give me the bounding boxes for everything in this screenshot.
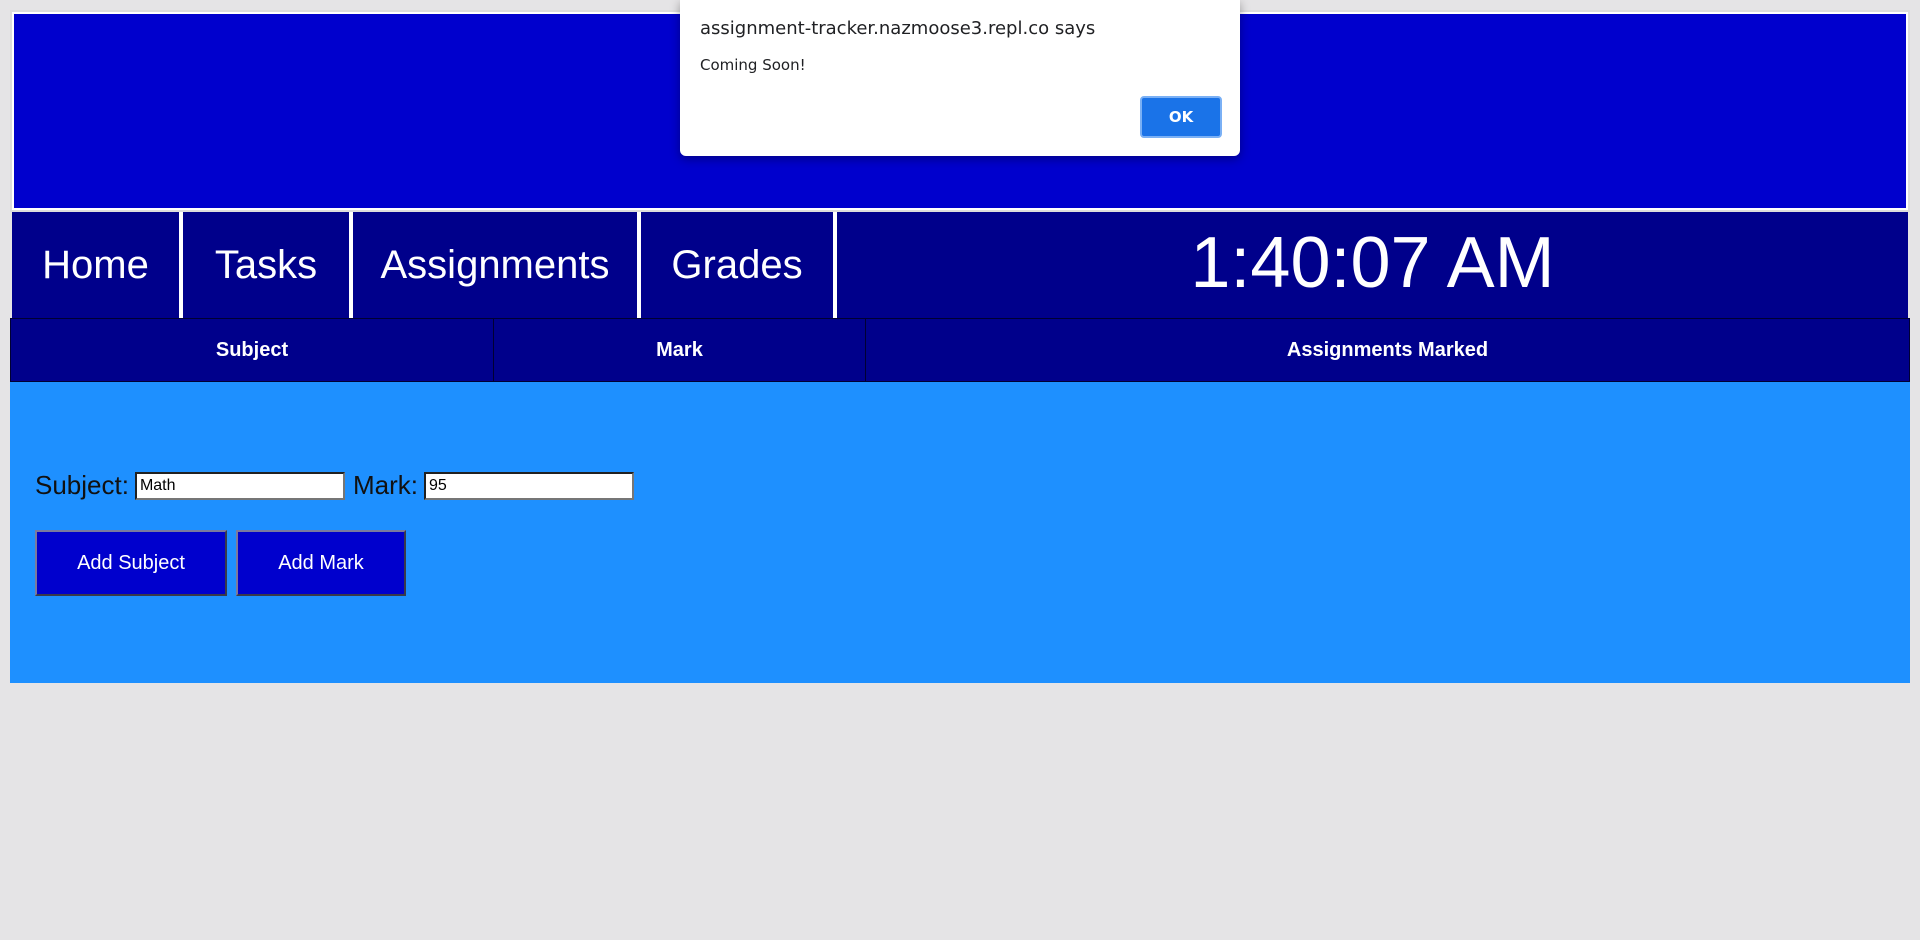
grade-entry-panel: Subject: Mark: Add Subject Add Mark: [10, 382, 1910, 683]
nav-assignments[interactable]: Assignments: [353, 212, 641, 318]
alert-dialog-message: Coming Soon!: [700, 56, 806, 74]
subject-label: Subject:: [35, 470, 129, 500]
add-mark-button[interactable]: Add Mark: [236, 530, 406, 596]
main-navbar: Home Tasks Assignments Grades 1:40:07 AM: [12, 212, 1908, 318]
page: Home Tasks Assignments Grades 1:40:07 AM…: [0, 0, 1920, 940]
mark-input[interactable]: [423, 471, 634, 500]
grade-entry-actions: Add Subject Add Mark: [35, 530, 406, 596]
alert-dialog: assignment-tracker.nazmoose3.repl.co say…: [680, 0, 1240, 156]
grades-table-header: Subject Mark Assignments Marked: [10, 318, 1910, 382]
column-header-mark: Mark: [494, 319, 866, 381]
grade-entry-fields: Subject: Mark:: [35, 470, 642, 501]
column-header-assignments-marked: Assignments Marked: [1286, 338, 1489, 361]
add-subject-button[interactable]: Add Subject: [35, 530, 227, 596]
subject-input[interactable]: [134, 471, 345, 500]
nav-grades[interactable]: Grades: [641, 212, 837, 318]
nav-home[interactable]: Home: [12, 212, 183, 318]
alert-dialog-title: assignment-tracker.nazmoose3.repl.co say…: [700, 18, 1096, 39]
column-header-subject: Subject: [11, 319, 494, 381]
nav-tasks[interactable]: Tasks: [183, 212, 353, 318]
mark-label: Mark:: [352, 470, 418, 500]
clock-display: 1:40:07 AM: [1190, 223, 1555, 303]
alert-ok-button[interactable]: OK: [1140, 96, 1222, 138]
